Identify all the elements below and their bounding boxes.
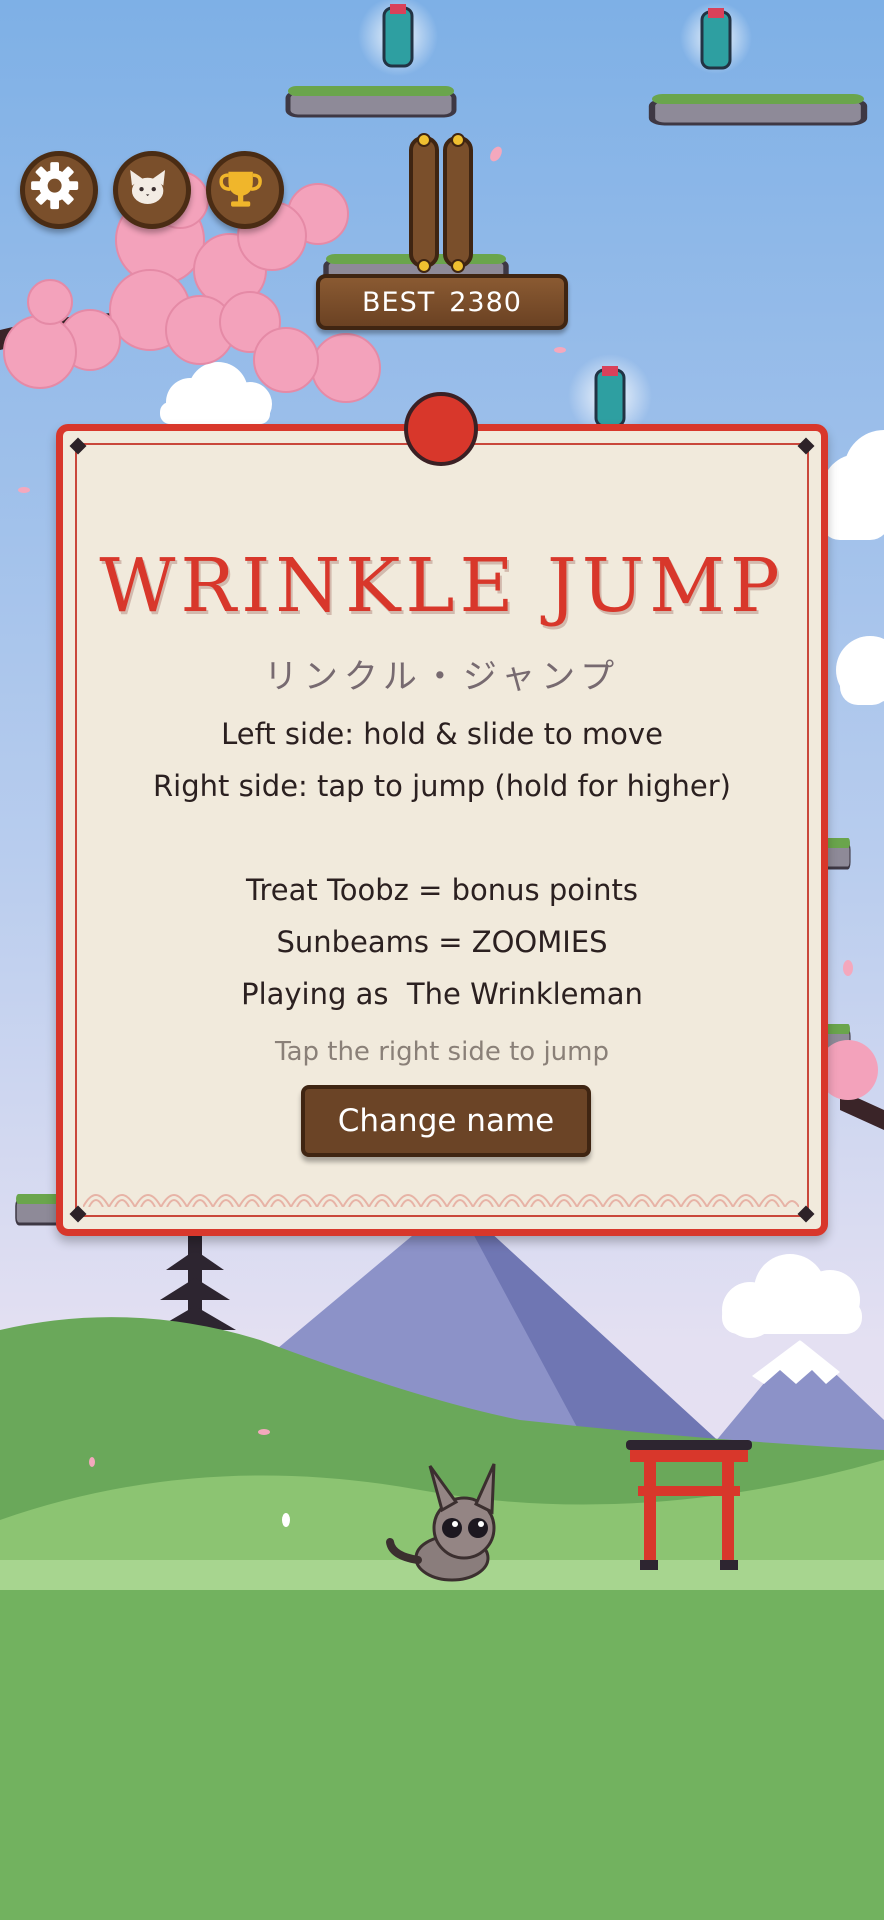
best-score-value: 2380 bbox=[449, 286, 522, 318]
panel-seal bbox=[404, 392, 478, 466]
wave-pattern bbox=[83, 1194, 799, 1207]
cat-face-icon bbox=[130, 169, 166, 204]
platform bbox=[288, 86, 454, 116]
title-panel: WRINKLE JUMP リンクル・ジャンプ Left side: hold &… bbox=[56, 424, 828, 1236]
settings-button[interactable] bbox=[20, 151, 98, 229]
instruction-jump: Right side: tap to jump (hold for higher… bbox=[153, 769, 731, 803]
pause-icon bbox=[409, 133, 473, 273]
start-hint: Tap the right side to jump bbox=[274, 1037, 609, 1067]
pause-button[interactable] bbox=[408, 132, 474, 274]
treat-toob-icon bbox=[680, 2, 752, 74]
info-treat-toobz: Treat Toobz = bonus points bbox=[246, 873, 638, 907]
game-subtitle: リンクル・ジャンプ bbox=[263, 657, 621, 697]
trophy-icon bbox=[219, 171, 262, 207]
character-button[interactable] bbox=[113, 151, 191, 229]
grass-ground bbox=[0, 1590, 884, 1920]
platform bbox=[652, 94, 864, 124]
best-label: BEST bbox=[362, 286, 436, 318]
game-title: WRINKLE JUMP bbox=[99, 543, 785, 629]
instruction-move: Left side: hold & slide to move bbox=[221, 717, 663, 751]
info-sunbeams: Sunbeams = ZOOMIES bbox=[276, 925, 608, 959]
info-playing-as: Playing as The Wrinkleman bbox=[241, 977, 643, 1011]
best-score-sign: BEST 2380 bbox=[316, 274, 568, 330]
gear-icon bbox=[31, 162, 79, 210]
trophy-button[interactable] bbox=[206, 151, 284, 229]
change-name-button[interactable]: Change name bbox=[301, 1085, 591, 1157]
